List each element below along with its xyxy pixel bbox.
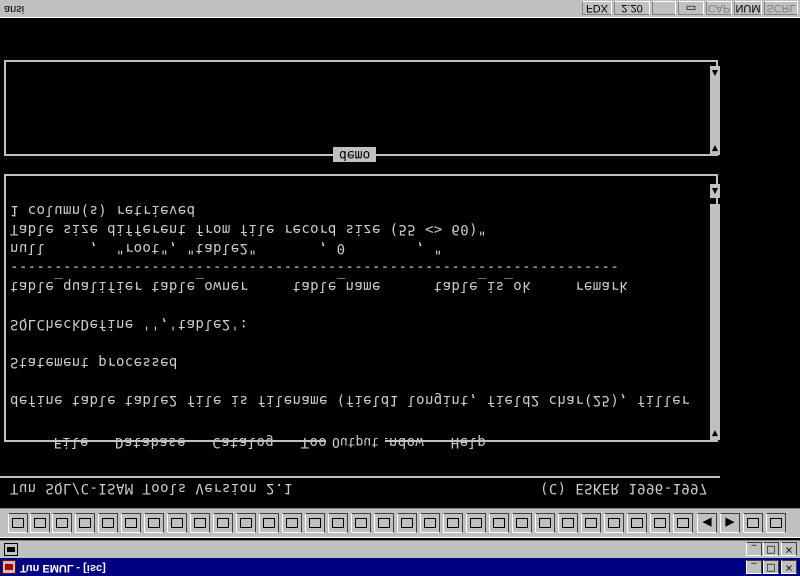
print-icon[interactable] — [167, 513, 187, 533]
search-icon[interactable] — [305, 513, 325, 533]
scroll-indicator: SCRL — [764, 1, 798, 15]
duplex-indicator: FDX — [582, 1, 612, 15]
minimize-button[interactable]: _ — [746, 560, 762, 574]
hotspot-1-icon[interactable] — [535, 513, 555, 533]
hotspot-7-icon[interactable] — [673, 513, 693, 533]
product-line: Tun SQL/C-ISAM Tools Version 2.1 — [10, 480, 293, 496]
output-line: Statement processed — [10, 354, 178, 370]
open-session-icon[interactable] — [52, 513, 72, 533]
caps-indicator: CAP — [706, 1, 732, 15]
screen-icon[interactable] — [397, 513, 417, 533]
app-icon[interactable] — [2, 560, 16, 574]
doc-restore-button[interactable]: □ — [763, 542, 779, 556]
document-icon[interactable] — [4, 543, 18, 556]
paste-icon[interactable] — [144, 513, 164, 533]
output-line: SQLCheckDefine '','table2': — [10, 316, 249, 332]
copyright-line: (C) ESKER 1996-1997 — [540, 480, 708, 496]
mdi-row: _ □ × — [0, 540, 800, 558]
header-divider — [0, 476, 720, 478]
send-file-icon[interactable] — [489, 513, 509, 533]
demo-scroll-up-arrow[interactable]: ▲ — [710, 66, 720, 80]
color-icon[interactable] — [236, 513, 256, 533]
window-title: Tun EMUL - [isc] — [20, 562, 106, 574]
connect-icon[interactable] — [8, 513, 28, 533]
terminal-type: ansi — [4, 3, 25, 15]
hotspot-5-icon[interactable] — [627, 513, 647, 533]
toolbar: ◀ ▶ — [0, 508, 800, 538]
transfer-icon[interactable] — [351, 513, 371, 533]
output-scroll-up-arrow[interactable]: ▲ — [710, 184, 720, 198]
capture-icon[interactable] — [374, 513, 394, 533]
debug-icon[interactable] — [282, 513, 302, 533]
demo-scroll-down-arrow[interactable]: ▼ — [710, 141, 720, 155]
output-scrollbar[interactable] — [710, 204, 720, 426]
doc-close-button[interactable]: × — [781, 542, 797, 556]
stop-icon[interactable] — [466, 513, 486, 533]
title-bar: Tun EMUL - [isc] _ □ × — [0, 558, 800, 576]
save-session-icon[interactable] — [75, 513, 95, 533]
demo-scrollbar[interactable] — [710, 76, 720, 142]
keyboard-lock-icon: ▭ — [678, 1, 704, 15]
play-icon[interactable] — [443, 513, 463, 533]
output-panel-title: Output — [326, 434, 385, 449]
doc-minimize-button[interactable]: _ — [746, 542, 762, 556]
previous-icon[interactable]: ◀ — [697, 513, 717, 533]
output-scroll-down-arrow[interactable]: ▼ — [710, 426, 720, 440]
num-indicator: NUM — [734, 1, 762, 15]
function-keys-icon[interactable] — [213, 513, 233, 533]
blank-indicator — [652, 1, 676, 15]
output-line: Table size different from file record si… — [10, 221, 487, 237]
output-line: null , "root", "table2" , 0 , " — [10, 240, 443, 256]
settings-icon[interactable] — [328, 513, 348, 533]
hotspot-6-icon[interactable] — [650, 513, 670, 533]
hotspot-4-icon[interactable] — [604, 513, 624, 533]
demo-panel — [4, 60, 718, 156]
copy-icon[interactable] — [121, 513, 141, 533]
output-line: ----------------------------------------… — [10, 259, 620, 275]
output-line: define table table2 file is filename (fi… — [10, 392, 690, 408]
keyboard-icon[interactable] — [190, 513, 210, 533]
macro-icon[interactable] — [259, 513, 279, 533]
save-icon[interactable] — [98, 513, 118, 533]
receive-file-icon[interactable] — [512, 513, 532, 533]
version-indicator: 2.20 — [614, 1, 650, 15]
record-icon[interactable] — [420, 513, 440, 533]
cascade-icon[interactable] — [766, 513, 786, 533]
maximize-button[interactable]: □ — [763, 560, 779, 574]
close-button[interactable]: × — [781, 560, 797, 574]
tile-icon[interactable] — [743, 513, 763, 533]
disconnect-icon[interactable] — [30, 513, 50, 533]
output-line: 1 column(s) retrieved — [10, 202, 196, 218]
status-bar: ansi FDX 2.20 ▭ CAP NUM SCRL — [0, 0, 800, 18]
demo-panel-title: demo — [333, 147, 377, 162]
output-line: table_qualifier table_owner table_name t… — [10, 278, 629, 294]
emulator-window: Tun EMUL - [isc] _ □ × _ □ × ◀ ▶ Tun SQL… — [0, 0, 800, 576]
next-icon[interactable]: ▶ — [720, 513, 740, 533]
hotspot-2-icon[interactable] — [558, 513, 578, 533]
hotspot-3-icon[interactable] — [581, 513, 601, 533]
